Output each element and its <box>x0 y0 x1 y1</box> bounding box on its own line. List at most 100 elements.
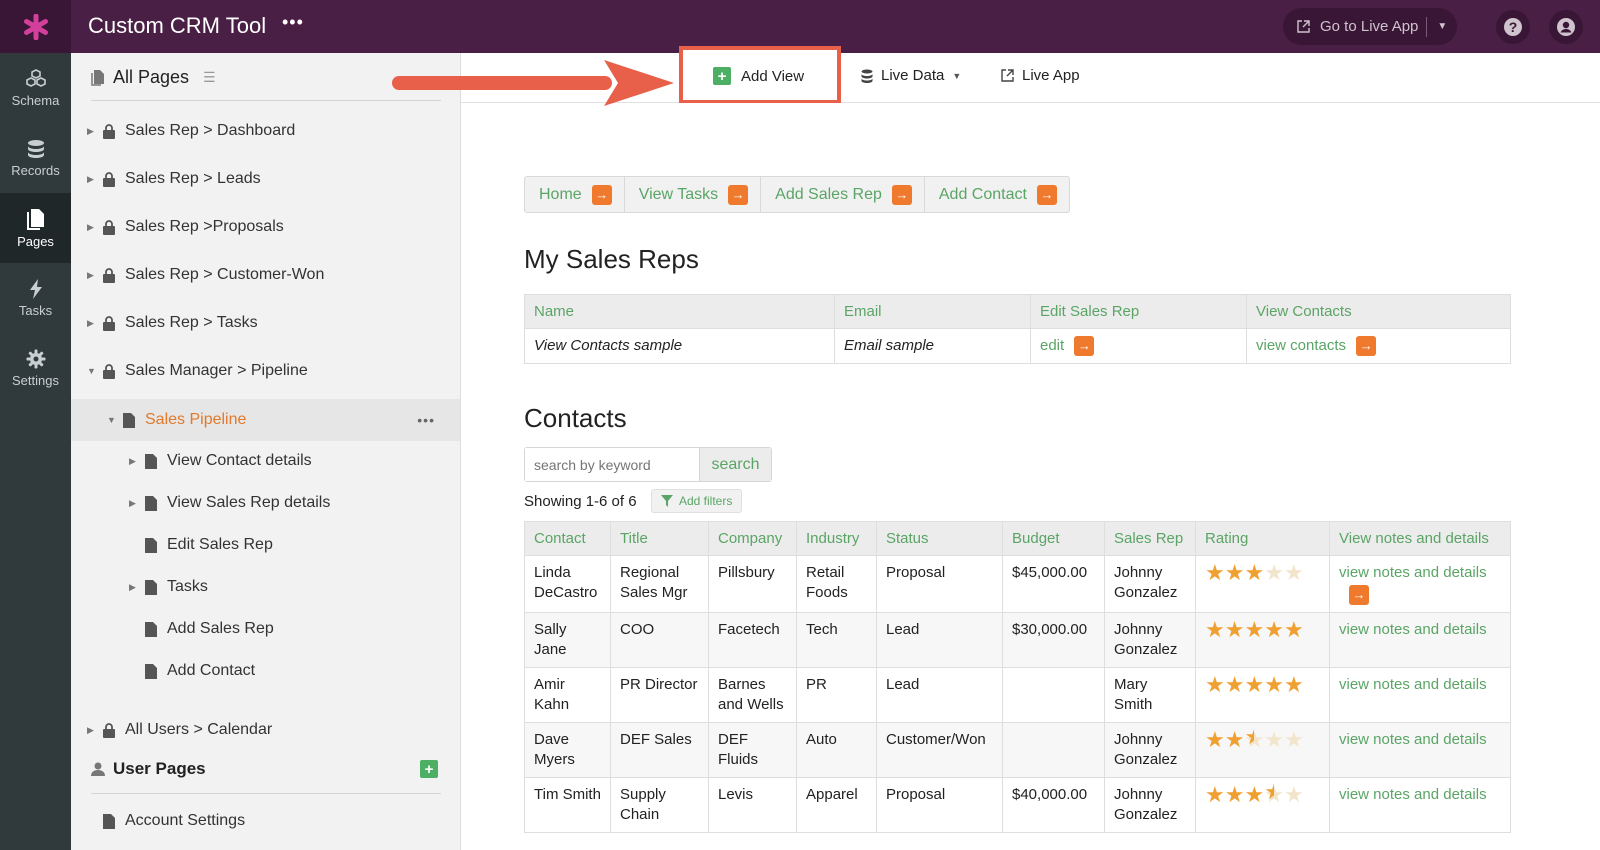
results-count: Showing 1-6 of 6 <box>524 493 637 510</box>
more-options-icon[interactable]: ••• <box>417 412 435 428</box>
caret-down-icon[interactable]: ▼ <box>87 366 97 376</box>
cell-contact: Dave Myers <box>524 722 611 778</box>
help-button[interactable]: ? <box>1496 10 1530 44</box>
tree-item[interactable]: Add Contact <box>71 651 460 691</box>
page-icon <box>145 621 157 637</box>
menu-item-view-tasks[interactable]: View Tasks → <box>625 177 762 212</box>
column-header[interactable]: Company <box>708 521 797 556</box>
add-user-page-button[interactable]: + <box>420 760 438 778</box>
table-row: Sally Jane COO Facetech Tech Lead $30,000.00 J… <box>524 612 1511 668</box>
column-header[interactable]: Budget <box>1002 521 1105 556</box>
cubes-icon <box>25 68 46 87</box>
rail-label: Pages <box>17 233 54 249</box>
cell-status: Proposal <box>876 777 1003 833</box>
column-header[interactable]: View Contacts <box>1246 294 1511 329</box>
rail-item-settings[interactable]: Settings <box>0 333 71 403</box>
column-header[interactable]: Contact <box>524 521 611 556</box>
live-data-label: Live Data <box>881 67 945 84</box>
star-rating[interactable]: ★★★★★ <box>1205 782 1304 807</box>
column-header[interactable]: Sales Rep <box>1104 521 1196 556</box>
tree-item[interactable]: ▼ Sales Manager > Pipeline <box>71 351 460 391</box>
rail-item-schema[interactable]: Schema <box>0 53 71 123</box>
view-notes-link[interactable]: view notes and details <box>1339 621 1487 638</box>
view-contacts-link[interactable]: view contacts <box>1256 337 1346 354</box>
cell-details: view notes and details → <box>1329 555 1511 613</box>
cell-rating: ★★★★★ <box>1195 722 1330 778</box>
column-header[interactable]: View notes and details <box>1329 521 1511 556</box>
tree-item[interactable]: Account Settings <box>71 801 460 841</box>
tree-item[interactable]: ▶ Sales Rep >Proposals <box>71 207 460 247</box>
chevron-down-icon[interactable]: ▼ <box>1437 21 1447 32</box>
logo[interactable] <box>0 0 71 53</box>
cell-rating: ★★★★★ <box>1195 612 1330 668</box>
view-notes-link[interactable]: view notes and details <box>1339 676 1487 693</box>
star-icon: ★ <box>1264 617 1284 642</box>
contacts-table: Contact Title Company Industry Status Bu… <box>524 521 1511 833</box>
column-header[interactable]: Title <box>610 521 709 556</box>
view-notes-link[interactable]: view notes and details <box>1339 786 1487 803</box>
caret-down-icon[interactable]: ▼ <box>107 415 117 425</box>
column-header[interactable]: Name <box>524 294 835 329</box>
star-icon: ★ <box>1224 672 1245 697</box>
caret-right-icon[interactable]: ▶ <box>129 582 139 593</box>
menu-item-add-contact[interactable]: Add Contact → <box>925 177 1069 212</box>
add-filters-button[interactable]: Add filters <box>651 489 743 513</box>
all-pages-title: All Pages <box>113 67 190 87</box>
tree-item-selected[interactable]: ▼ Sales Pipeline ••• <box>71 399 460 441</box>
star-rating[interactable]: ★★★★★ <box>1205 672 1304 697</box>
column-header[interactable]: Edit Sales Rep <box>1030 294 1247 329</box>
app-menu-button[interactable]: ••• <box>282 12 304 33</box>
arrow-right-icon[interactable]: → <box>1356 336 1377 356</box>
live-app-link[interactable]: Live App <box>1001 67 1080 84</box>
tree-item[interactable]: Edit Sales Rep <box>71 525 460 565</box>
caret-right-icon[interactable]: ▶ <box>129 498 139 509</box>
menu-item-home[interactable]: Home → <box>525 177 625 212</box>
caret-right-icon[interactable]: ▶ <box>87 270 97 281</box>
caret-right-icon[interactable]: ▶ <box>87 318 97 329</box>
caret-right-icon[interactable]: ▶ <box>87 174 97 185</box>
view-notes-link[interactable]: view notes and details <box>1339 564 1487 581</box>
go-to-live-app-button[interactable]: Go to Live App ▼ <box>1283 8 1457 45</box>
page-icon <box>145 663 157 679</box>
caret-right-icon[interactable]: ▶ <box>87 725 97 736</box>
cell-rating: ★★★★★ <box>1195 777 1330 833</box>
star-rating[interactable]: ★★★★★ <box>1205 727 1304 752</box>
tree-item[interactable]: Add Sales Rep <box>71 609 460 649</box>
rail-item-records[interactable]: Records <box>0 123 71 193</box>
column-header[interactable]: Status <box>876 521 1003 556</box>
lock-icon <box>103 123 115 139</box>
search-input[interactable] <box>525 448 700 481</box>
account-button[interactable] <box>1549 10 1583 44</box>
rail-item-tasks[interactable]: Tasks <box>0 263 71 333</box>
database-icon <box>27 139 44 158</box>
add-view-button[interactable]: + Add View <box>679 46 841 104</box>
arrow-right-icon[interactable]: → <box>1074 336 1095 356</box>
caret-right-icon[interactable]: ▶ <box>129 456 139 467</box>
tree-item[interactable]: ▶ View Sales Rep details <box>71 483 460 523</box>
caret-right-icon[interactable]: ▶ <box>87 126 97 137</box>
tree-item[interactable]: ▶ Sales Rep > Leads <box>71 159 460 199</box>
sort-lines-icon[interactable]: ☰ <box>203 69 216 86</box>
rail-item-pages[interactable]: Pages <box>0 193 71 263</box>
tree-item[interactable]: ▶ Tasks <box>71 567 460 607</box>
search-button[interactable]: search <box>700 448 771 481</box>
arrow-right-icon[interactable]: → <box>1349 585 1369 605</box>
cell-details: view notes and details <box>1329 722 1511 778</box>
tree-item[interactable]: ▶ Sales Rep > Tasks <box>71 303 460 343</box>
star-rating[interactable]: ★★★★★ <box>1205 617 1304 642</box>
column-header[interactable]: Industry <box>796 521 877 556</box>
menu-item-add-sales-rep[interactable]: Add Sales Rep → <box>761 177 925 212</box>
tree-item[interactable]: ▶ Sales Rep > Customer-Won <box>71 255 460 295</box>
cell-industry: Retail Foods <box>796 555 877 613</box>
tree-item[interactable]: ▶ Sales Rep > Dashboard <box>71 111 460 151</box>
tree-item[interactable]: ▶ All Users > Calendar <box>71 710 460 750</box>
tree-item[interactable]: ▶ View Contact details <box>71 441 460 481</box>
edit-link[interactable]: edit <box>1040 337 1064 354</box>
caret-right-icon[interactable]: ▶ <box>87 222 97 233</box>
column-header[interactable]: Email <box>834 294 1031 329</box>
column-header[interactable]: Rating <box>1195 521 1330 556</box>
view-notes-link[interactable]: view notes and details <box>1339 731 1487 748</box>
page-canvas: Home → View Tasks → Add Sales Rep → Add Con… <box>461 103 1600 850</box>
star-rating[interactable]: ★★★★★ <box>1205 560 1304 585</box>
live-data-dropdown[interactable]: Live Data ▼ <box>861 67 961 84</box>
